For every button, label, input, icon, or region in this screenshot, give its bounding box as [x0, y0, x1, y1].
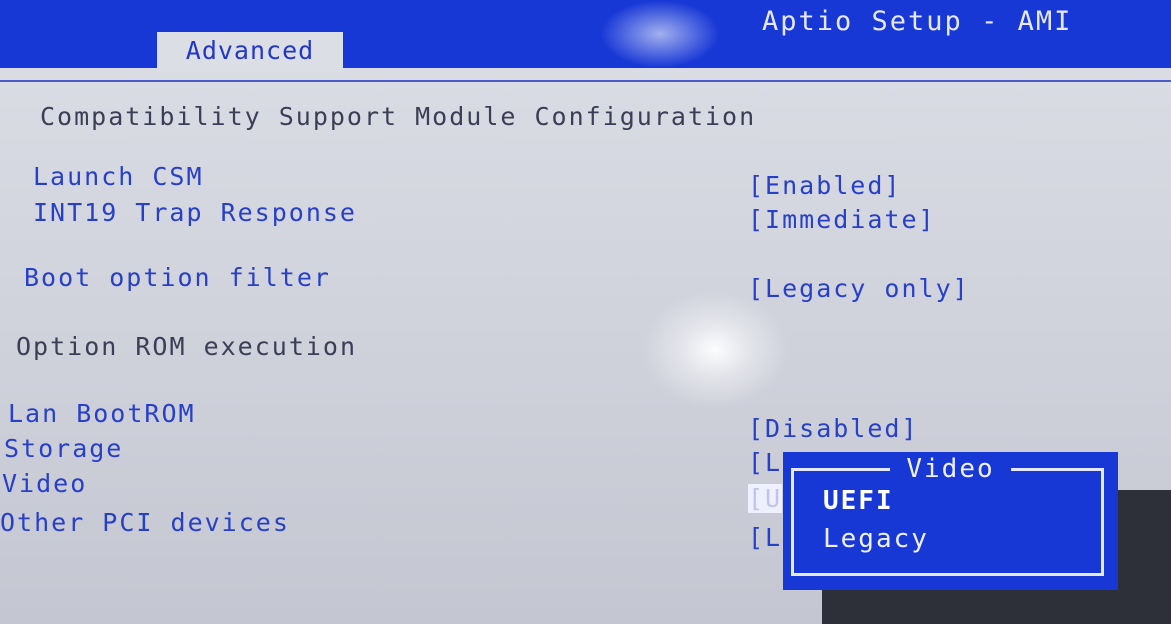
screen-glare — [600, 0, 720, 68]
setting-label-boot-option-filter[interactable]: Boot option filter — [24, 263, 331, 292]
setting-value-video[interactable]: [U — [748, 484, 783, 513]
popup-option-uefi[interactable]: UEFI — [823, 486, 894, 516]
screen-glare — [640, 290, 790, 410]
header-divider — [0, 80, 1171, 82]
setting-label-other-pci-devices[interactable]: Other PCI devices — [0, 508, 290, 537]
video-option-popup: Video UEFI Legacy — [783, 452, 1118, 590]
tab-advanced[interactable]: Advanced — [157, 32, 343, 72]
app-title: Aptio Setup - AMI — [762, 6, 1073, 37]
setting-value-int19-trap-response[interactable]: [Immediate] — [748, 205, 936, 234]
setting-value-launch-csm[interactable]: [Enabled] — [748, 171, 901, 200]
popup-option-legacy[interactable]: Legacy — [823, 524, 929, 554]
setting-label-video[interactable]: Video — [2, 469, 87, 498]
setting-label-launch-csm[interactable]: Launch CSM — [33, 162, 204, 191]
setting-label-storage[interactable]: Storage — [4, 434, 123, 463]
setting-value-storage[interactable]: [L — [748, 448, 782, 477]
bios-screen: Aptio Setup - AMI Advanced Compatibility… — [0, 0, 1171, 624]
popup-title-text: Video — [890, 454, 1011, 484]
setting-value-other-pci-devices[interactable]: [L — [748, 523, 782, 552]
popup-frame — [791, 468, 1104, 576]
popup-title: Video — [783, 454, 1118, 484]
title-bar: Aptio Setup - AMI Advanced — [0, 0, 1171, 72]
setting-value-lan-bootrom[interactable]: [Disabled] — [748, 414, 919, 443]
option-rom-heading: Option ROM execution — [16, 332, 358, 361]
section-title: Compatibility Support Module Configurati… — [40, 102, 757, 131]
setting-value-boot-option-filter[interactable]: [Legacy only] — [748, 274, 970, 303]
setting-label-lan-bootrom[interactable]: Lan BootROM — [8, 399, 196, 428]
setting-label-int19-trap-response[interactable]: INT19 Trap Response — [33, 198, 357, 227]
